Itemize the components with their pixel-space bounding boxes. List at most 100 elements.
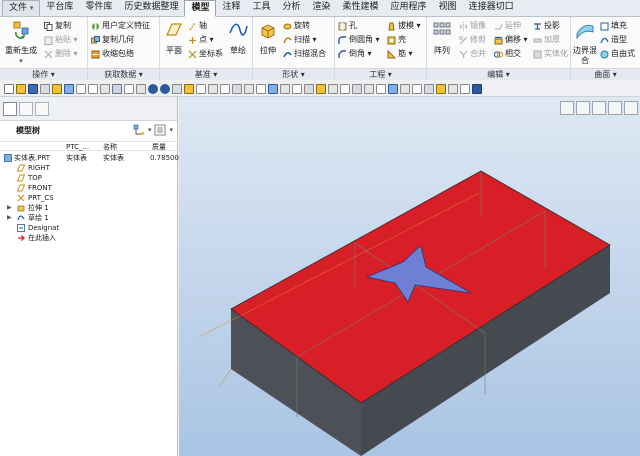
paste-quick-icon[interactable] <box>88 83 98 94</box>
measure-icon[interactable] <box>184 83 194 94</box>
copy-quick-icon[interactable] <box>76 83 86 94</box>
tree-row-extrude-1[interactable]: ▶ 拉伸 1 <box>0 203 178 213</box>
tab-flexible-modeling[interactable]: 柔性建模 <box>337 0 385 16</box>
datum-display-icon[interactable] <box>316 83 326 94</box>
model-geometry[interactable] <box>179 97 640 456</box>
print-icon[interactable] <box>40 83 50 94</box>
swept-blend-button[interactable]: 扫描混合 <box>283 48 326 60</box>
annotation-display-icon[interactable] <box>328 83 338 94</box>
pack-icon[interactable] <box>52 83 62 94</box>
tab-view[interactable]: 视图 <box>433 0 463 16</box>
sweep-button[interactable]: 扫描 ▾ <box>283 34 317 46</box>
tab-applications[interactable]: 应用程序 <box>385 0 433 16</box>
udf-button[interactable]: 用户定义特征 <box>91 20 150 32</box>
close-window-icon[interactable] <box>472 83 482 94</box>
round-button[interactable]: 倒圆角 ▾ <box>338 34 380 46</box>
curve-icon[interactable] <box>388 83 398 94</box>
draft-button[interactable]: 拔模 ▾ <box>387 20 421 32</box>
revolve-button[interactable]: 旋转 <box>283 20 310 32</box>
tab-history-data[interactable]: 历史数据整理 <box>118 0 184 16</box>
group-get-data-label[interactable]: 获取数据 ▾ <box>88 68 159 80</box>
tab-render[interactable]: 渲染 <box>307 0 337 16</box>
csys-display-icon[interactable] <box>412 83 422 94</box>
select-filter-icon[interactable] <box>172 83 182 94</box>
undo-icon[interactable] <box>148 83 158 94</box>
spin-center-icon[interactable] <box>340 83 350 94</box>
plane-display-icon[interactable] <box>424 83 434 94</box>
folder-browser-tab-icon[interactable] <box>19 101 33 116</box>
tree-row-insert-here[interactable]: 在此插入 <box>0 233 178 243</box>
solidify-button[interactable]: 实体化 <box>533 48 568 60</box>
relations-icon[interactable] <box>208 83 218 94</box>
copy-button[interactable]: 复制 <box>44 20 71 32</box>
intersect-button[interactable]: 相交 <box>494 48 521 60</box>
trim-button[interactable]: 修剪 <box>459 34 486 46</box>
perspective-icon[interactable] <box>352 83 362 94</box>
parameters-icon[interactable] <box>220 83 230 94</box>
boundary-blend-button[interactable]: 边界混合 <box>571 20 599 66</box>
style-button[interactable]: 造型 <box>600 34 627 46</box>
shrinkwrap-button[interactable]: 收缩包络 <box>91 48 134 60</box>
fill-button[interactable]: 填充 <box>600 20 627 32</box>
filter-icon[interactable] <box>448 83 458 94</box>
extend-button[interactable]: 延伸 <box>494 20 521 32</box>
point-button[interactable]: 点 ▾ <box>188 34 214 46</box>
render-icon[interactable] <box>244 83 254 94</box>
pattern-button[interactable]: 阵列 <box>430 20 454 56</box>
orient-icon[interactable] <box>304 83 314 94</box>
regenerate-button[interactable]: 重新生成 ▾ <box>3 20 39 66</box>
open-folder-icon[interactable] <box>16 83 26 94</box>
hide-icon[interactable] <box>280 83 290 94</box>
tab-model[interactable]: 模型 <box>184 0 217 17</box>
extrude-button[interactable]: 拉伸 <box>255 20 281 56</box>
tab-part-library[interactable]: 零件库 <box>79 0 118 16</box>
model-tree-tab-icon[interactable] <box>3 101 17 116</box>
tab-file[interactable]: 文件 ▾ <box>2 0 41 16</box>
favorites-tab-icon[interactable] <box>35 101 49 116</box>
tree-settings-icon[interactable] <box>133 124 145 136</box>
tree-row-sketch-1[interactable]: ▶ 草绘 1 <box>0 213 178 223</box>
thicken-button[interactable]: 加厚 <box>533 34 560 46</box>
hole-button[interactable]: 孔 <box>338 20 357 32</box>
mapkey-icon[interactable] <box>436 83 446 94</box>
copy-geometry-button[interactable]: 复制几何 <box>91 34 134 46</box>
expand-arrow-icon[interactable]: ▶ <box>7 203 12 213</box>
group-engineering-label[interactable]: 工程 ▾ <box>335 68 426 80</box>
tree-row-designate[interactable]: Designat <box>0 223 178 233</box>
group-datum-label[interactable]: 基准 ▾ <box>160 68 252 80</box>
tree-row-right-plane[interactable]: RIGHT <box>0 163 178 173</box>
tree-row-top-plane[interactable]: TOP <box>0 173 178 183</box>
project-button[interactable]: 投影 <box>533 20 560 32</box>
tree-row-prt-csys[interactable]: PRT_CS <box>0 193 178 203</box>
tab-tools[interactable]: 工具 <box>246 0 276 16</box>
graphics-viewport[interactable] <box>179 97 640 456</box>
expand-arrow-icon[interactable]: ▶ <box>7 213 12 223</box>
chamfer-button[interactable]: 倒角 ▾ <box>338 48 372 60</box>
column-header-mass[interactable]: 质量 <box>152 142 166 152</box>
redo-icon[interactable] <box>160 83 170 94</box>
tab-analysis[interactable]: 分析 <box>277 0 307 16</box>
regenerate-quick-icon[interactable] <box>64 83 74 94</box>
point-display-icon[interactable] <box>400 83 410 94</box>
sketch-quick-icon[interactable] <box>232 83 242 94</box>
merge-button[interactable]: 合并 <box>459 48 486 60</box>
display-style-icon[interactable] <box>376 83 386 94</box>
tree-row-root-part[interactable]: 实体表.PRT 实体表 实体表 0.78500 <box>0 153 179 163</box>
pan-icon[interactable] <box>292 83 302 94</box>
offset-button[interactable]: 偏移 ▾ <box>494 34 528 46</box>
layer-icon[interactable] <box>112 83 122 94</box>
mirror-button[interactable]: 镜像 <box>459 20 486 32</box>
window-icon[interactable] <box>100 83 110 94</box>
csys-button[interactable]: 坐标系 <box>188 48 223 60</box>
split-view-icon[interactable] <box>460 83 470 94</box>
axis-button[interactable]: 轴 <box>188 20 207 32</box>
show-filters-icon[interactable] <box>154 124 166 136</box>
delete-button[interactable]: 删除 ▾ <box>44 48 78 60</box>
group-editing-label[interactable]: 编辑 ▾ <box>427 68 570 80</box>
saved-views-icon[interactable] <box>364 83 374 94</box>
section-icon[interactable] <box>256 83 266 94</box>
group-shapes-label[interactable]: 形状 ▾ <box>253 68 334 80</box>
plane-button[interactable]: 平面 <box>162 20 186 56</box>
paste-button[interactable]: 粘贴 ▾ <box>44 34 78 46</box>
column-header-name[interactable]: 名称 <box>103 142 117 152</box>
